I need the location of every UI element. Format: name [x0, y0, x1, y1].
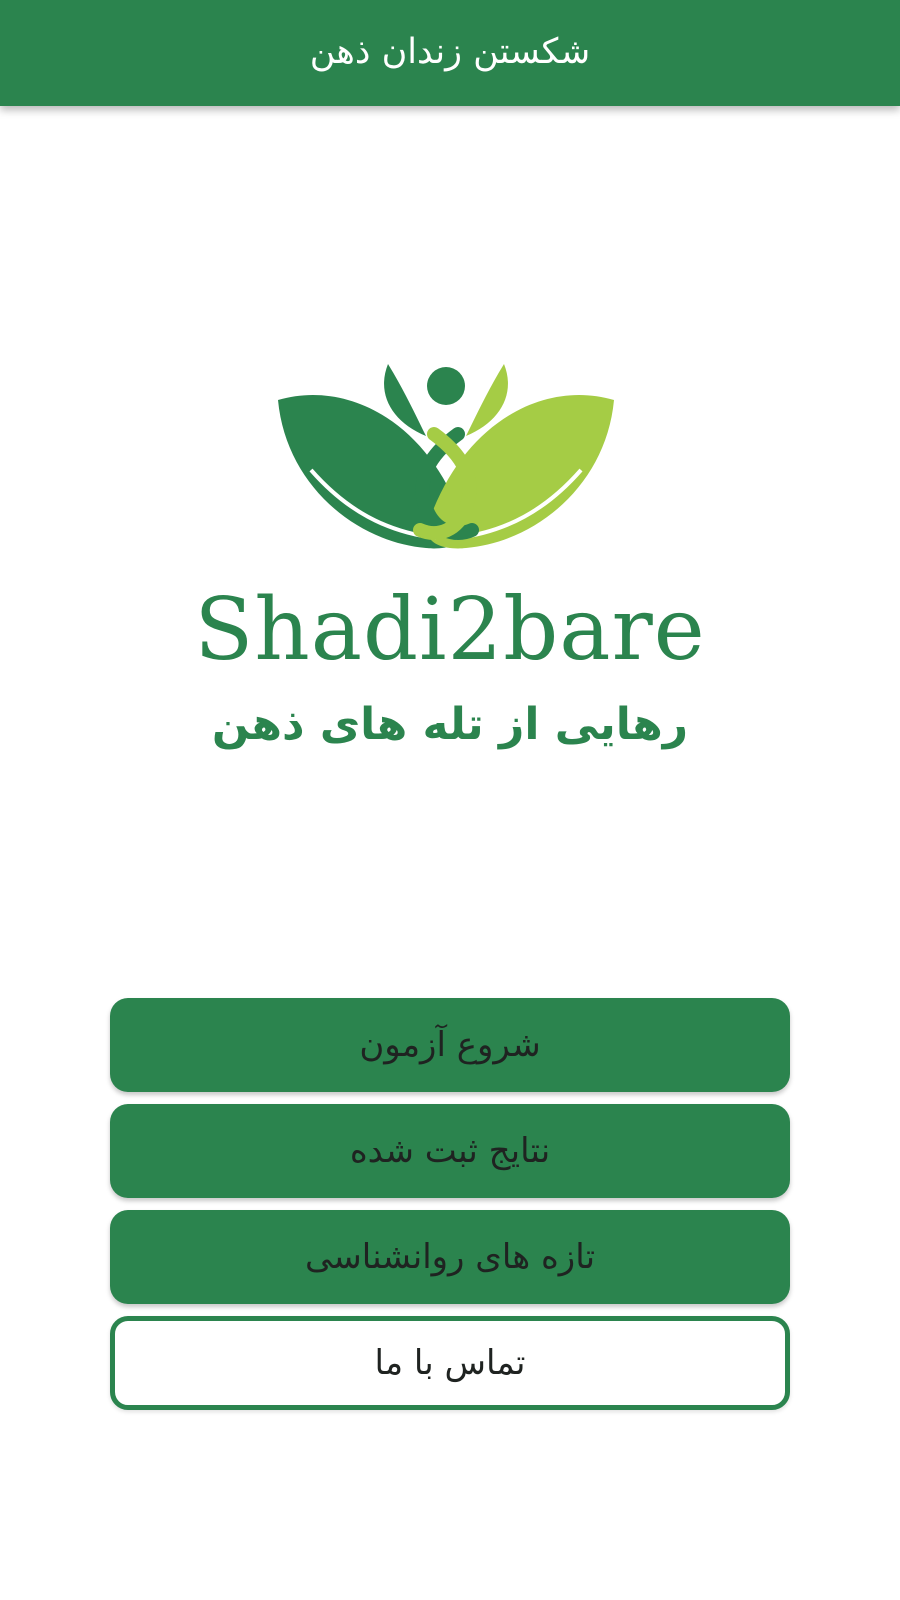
leaf-figure-icon [278, 364, 614, 549]
saved-results-button[interactable]: نتایج ثبت شده [110, 1104, 790, 1198]
contact-us-button[interactable]: تماس با ما [110, 1316, 790, 1410]
main-menu: شروع آزمون نتایج ثبت شده تازه های روانشن… [110, 998, 790, 1422]
app-title: شکستن زندان ذهن [309, 32, 591, 72]
brand-logo: Shadi2bare رهایی از تله های ذهن [176, 360, 724, 765]
brand-wordmark: Shadi2bare [194, 580, 706, 680]
psychology-news-button[interactable]: تازه های روانشناسی [110, 1210, 790, 1304]
start-test-button[interactable]: شروع آزمون [110, 998, 790, 1092]
brand-tagline: رهایی از تله های ذهن [211, 699, 689, 750]
app-bar: شکستن زندان ذهن [0, 0, 900, 106]
